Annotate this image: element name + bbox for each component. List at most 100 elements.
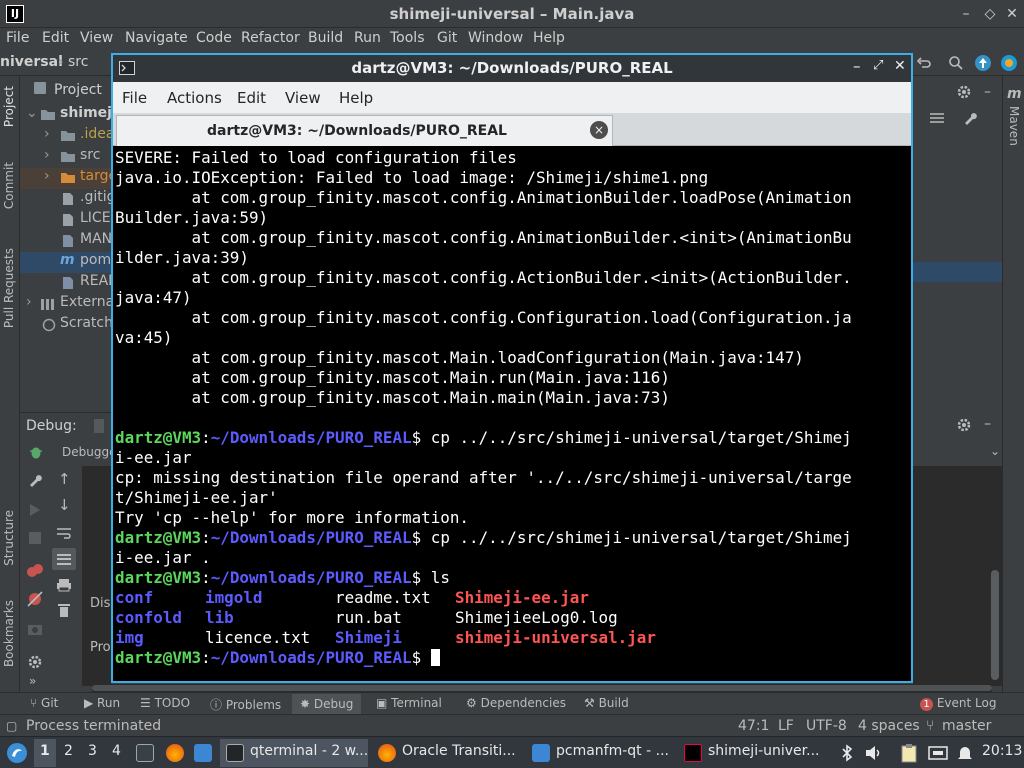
terminal-tool-tab[interactable]: ▣ Terminal (376, 696, 442, 710)
menu-view[interactable]: View (285, 89, 321, 107)
menu-actions[interactable]: Actions (167, 89, 222, 107)
menu-help[interactable]: Help (339, 89, 373, 107)
wrench-icon[interactable] (27, 472, 43, 488)
tree-item[interactable]: READ (20, 273, 120, 294)
menu-navigate[interactable]: Navigate (125, 30, 188, 46)
wrench-icon[interactable] (962, 110, 978, 126)
view-breakpoints-icon[interactable] (26, 562, 44, 580)
tree-item[interactable]: › src (20, 147, 120, 168)
menu-window[interactable]: Window (468, 30, 523, 46)
commit-tool-tab[interactable]: Commit (2, 162, 16, 209)
gear-icon[interactable] (956, 417, 972, 433)
more-icon[interactable]: » (29, 674, 36, 688)
dependencies-tool-tab[interactable]: ⚙ Dependencies (466, 696, 566, 710)
horizontal-scrollbar[interactable] (92, 685, 992, 691)
print-icon[interactable] (56, 578, 72, 592)
menu-run[interactable]: Run (354, 30, 381, 46)
close-tab-icon[interactable]: × (590, 121, 608, 139)
task-firefox[interactable]: Oracle Transiti... (402, 743, 516, 759)
maven-tool-tab[interactable]: Maven (1007, 106, 1021, 146)
console-scrollbar[interactable] (991, 570, 999, 680)
terminal-tab[interactable]: dartz@VM3: ~/Downloads/PURO_REAL × (116, 115, 613, 146)
show-desktop-icon[interactable] (136, 744, 154, 762)
update-icon[interactable] (974, 54, 992, 72)
file-encoding[interactable]: UTF-8 (806, 718, 847, 734)
debug-tool-tab[interactable]: ✸ Debug (292, 694, 362, 714)
step-into-icon[interactable]: ↓ (58, 496, 71, 514)
workspace-2[interactable]: 2 (64, 743, 73, 759)
tree-item[interactable]: › targe (20, 168, 120, 189)
run-tool-tab[interactable]: ▶ Run (84, 696, 120, 710)
pull-requests-tool-tab[interactable]: Pull Requests (2, 248, 16, 328)
clipboard-icon[interactable] (900, 743, 918, 763)
caret-position[interactable]: 47:1 (738, 718, 769, 734)
project-tool-tab[interactable]: Project (2, 86, 16, 127)
workspace-1[interactable]: 1 (40, 743, 50, 759)
menu-edit[interactable]: Edit (237, 89, 266, 107)
task-qterminal[interactable]: qterminal - 2 w... (250, 743, 368, 759)
task-pcmanfm[interactable]: pcmanfm-qt - ... (556, 743, 669, 759)
stop-icon[interactable] (29, 532, 41, 544)
menu-help[interactable]: Help (533, 30, 565, 46)
task-intellij[interactable]: shimeji-univer... (708, 743, 820, 759)
bluetooth-icon[interactable] (838, 744, 856, 762)
menu-git[interactable]: Git (437, 30, 457, 46)
tree-item[interactable]: ⌄ shimej (20, 105, 120, 126)
bug-icon[interactable] (28, 444, 44, 460)
trash-icon[interactable] (57, 602, 71, 618)
firefox-icon[interactable] (166, 744, 184, 762)
breadcrumb-src[interactable]: src (68, 54, 88, 70)
rerun-icon[interactable] (27, 502, 43, 518)
tree-item[interactable]: LICEI (20, 210, 120, 231)
maximize-icon[interactable]: ⤢ (873, 58, 883, 73)
menu-file[interactable]: File (6, 30, 29, 46)
tree-item[interactable]: Scratch (20, 315, 120, 336)
problems-tool-tab[interactable]: ⓘ Problems (210, 696, 281, 713)
breadcrumb-project[interactable]: niversal (0, 54, 63, 70)
jetbrains-icon[interactable] (1000, 54, 1018, 72)
menu-edit[interactable]: Edit (42, 30, 69, 46)
chevron-down-icon[interactable]: ⌄ (990, 444, 1000, 458)
menu-tools[interactable]: Tools (390, 30, 425, 46)
restore-icon[interactable]: ◇ (982, 6, 998, 22)
close-icon[interactable]: ✕ (894, 58, 906, 74)
debug-config-tab[interactable] (94, 419, 104, 433)
indent-setting[interactable]: 4 spaces (858, 718, 920, 734)
bell-icon[interactable] (956, 744, 974, 762)
git-tool-tab[interactable]: ⑂ Git (30, 696, 58, 710)
volume-icon[interactable] (864, 744, 882, 762)
menu-build[interactable]: Build (308, 30, 343, 46)
clock[interactable]: 20:13 (982, 743, 1022, 759)
terminal-title-bar[interactable]: dartz@VM3: ~/Downloads/PURO_REAL – ⤢ ✕ (113, 55, 911, 82)
settings-icon[interactable] (27, 654, 43, 670)
todo-tool-tab[interactable]: ☰ TODO (140, 696, 190, 710)
hide-panel-icon[interactable]: – (984, 416, 991, 432)
tree-item[interactable]: › .idea (20, 126, 120, 147)
structure-tool-tab[interactable]: Structure (2, 510, 16, 566)
close-icon[interactable]: ✕ (1004, 6, 1020, 22)
project-panel-title[interactable]: Project (54, 82, 102, 98)
undo-icon[interactable] (916, 55, 932, 71)
collapse-all-icon[interactable] (930, 112, 944, 124)
mute-breakpoints-icon[interactable] (26, 590, 44, 608)
workspace-4[interactable]: 4 (112, 743, 121, 759)
menu-code[interactable]: Code (196, 30, 232, 46)
gear-icon[interactable] (956, 84, 972, 100)
debugger-tab[interactable]: Debugge (62, 445, 116, 459)
search-icon[interactable] (948, 55, 964, 71)
terminal-output[interactable]: SEVERE: Failed to load configuration fil… (115, 148, 909, 681)
minimize-icon[interactable]: – (853, 57, 861, 75)
menu-file[interactable]: File (122, 89, 147, 107)
line-separator[interactable]: LF (778, 718, 794, 734)
network-icon[interactable] (928, 744, 948, 762)
minimize-icon[interactable]: – (958, 6, 974, 22)
soft-wrap-icon[interactable] (56, 526, 72, 540)
step-out-icon[interactable]: ↑ (58, 470, 71, 488)
hide-panel-icon[interactable]: – (984, 84, 991, 100)
event-log-tab[interactable]: 1 Event Log (920, 696, 996, 711)
build-tool-tab[interactable]: ⚒ Build (584, 696, 629, 710)
menu-refactor[interactable]: Refactor (241, 30, 300, 46)
camera-icon[interactable] (27, 622, 43, 636)
tree-item[interactable]: › Externa (20, 294, 120, 315)
bookmarks-tool-tab[interactable]: Bookmarks (2, 600, 16, 667)
